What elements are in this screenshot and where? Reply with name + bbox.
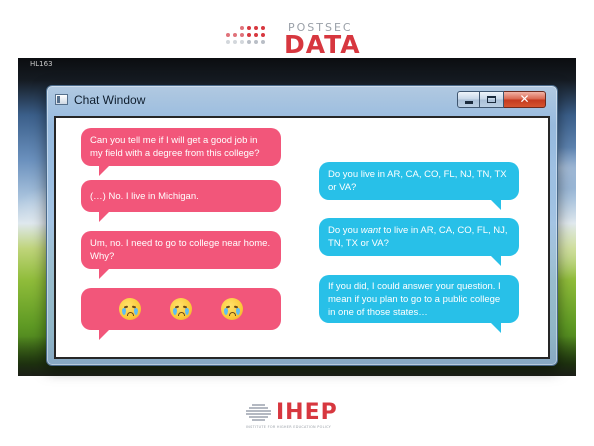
chat-window: Chat Window ✕ Can you tell me if I will …: [46, 85, 558, 366]
logo-dot: [261, 26, 265, 30]
ihep-logo: IHEP INSTITUTE FOR HIGHER EDUCATION POLI…: [244, 400, 354, 430]
logo-dots-icon: [226, 26, 268, 50]
minimize-icon: [465, 101, 473, 104]
message-text: If you did, I could answer your question…: [328, 280, 501, 318]
logo-big-text: DATA: [284, 30, 361, 59]
minimize-button[interactable]: [457, 91, 480, 108]
message-left-4-emoji: [81, 288, 281, 340]
ihep-mark-stripe: [248, 416, 268, 418]
emphasis-text: want: [360, 225, 381, 236]
close-icon: ✕: [519, 92, 530, 106]
crying-face-icon: [220, 298, 243, 320]
desktop-label: HL163: [30, 60, 53, 68]
logo-dot: [226, 40, 230, 44]
logo-dot: [240, 33, 244, 37]
logo-dot: [240, 40, 244, 44]
close-button[interactable]: ✕: [504, 91, 546, 108]
window-title: Chat Window: [74, 93, 146, 107]
logo-dot: [247, 33, 251, 37]
message-text: (…) No. I live in Michigan.: [90, 190, 199, 202]
message-text: Do you live in AR, CA, CO, FL, NJ, TN, T…: [328, 169, 507, 193]
ihep-mark-stripe: [248, 407, 268, 409]
logo-dot: [254, 40, 258, 44]
window-app-icon: [55, 94, 68, 105]
logo-dot: [254, 33, 258, 37]
maximize-button[interactable]: [480, 91, 504, 108]
logo-dot: [226, 33, 230, 37]
postsec-data-logo: POSTSEC DATA: [226, 20, 366, 59]
message-left-3: Um, no. I need to go to college near hom…: [81, 231, 281, 279]
logo-dot: [261, 40, 265, 44]
ihep-mark-stripe: [245, 410, 271, 412]
logo-dot: [233, 40, 237, 44]
ihep-mark-icon: [244, 404, 274, 421]
message-left-1: Can you tell me if I will get a good job…: [81, 128, 281, 176]
message-right-2: Do you want to live in AR, CA, CO, FL, N…: [319, 218, 519, 266]
logo-dot: [247, 26, 251, 30]
message-right-3: If you did, I could answer your question…: [319, 275, 519, 333]
logo-dot: [261, 33, 265, 37]
message-text: Can you tell me if I will get a good job…: [90, 135, 260, 159]
message-text: Um, no. I need to go to college near hom…: [90, 238, 271, 262]
message-left-2: (…) No. I live in Michigan.: [81, 180, 281, 222]
ihep-tagline: INSTITUTE FOR HIGHER EDUCATION POLICY: [246, 425, 332, 429]
ihep-mark-stripe: [251, 404, 265, 406]
logo-dot: [233, 33, 237, 37]
window-title-bar[interactable]: Chat Window ✕: [47, 86, 557, 116]
maximize-icon: [487, 96, 496, 103]
ihep-mark-stripe: [245, 413, 271, 415]
logo-dot: [240, 26, 244, 30]
crying-face-icon: [119, 298, 142, 320]
ihep-logo-text: IHEP: [276, 400, 338, 425]
logo-dot: [247, 40, 251, 44]
logo-dot: [254, 26, 258, 30]
crying-face-icon: [169, 298, 192, 320]
message-text: Do you want to live in AR, CA, CO, FL, N…: [328, 225, 508, 249]
ihep-mark-stripe: [251, 419, 265, 421]
chat-content-area: Can you tell me if I will get a good job…: [54, 116, 550, 359]
message-right-1: Do you live in AR, CA, CO, FL, NJ, TN, T…: [319, 162, 519, 210]
